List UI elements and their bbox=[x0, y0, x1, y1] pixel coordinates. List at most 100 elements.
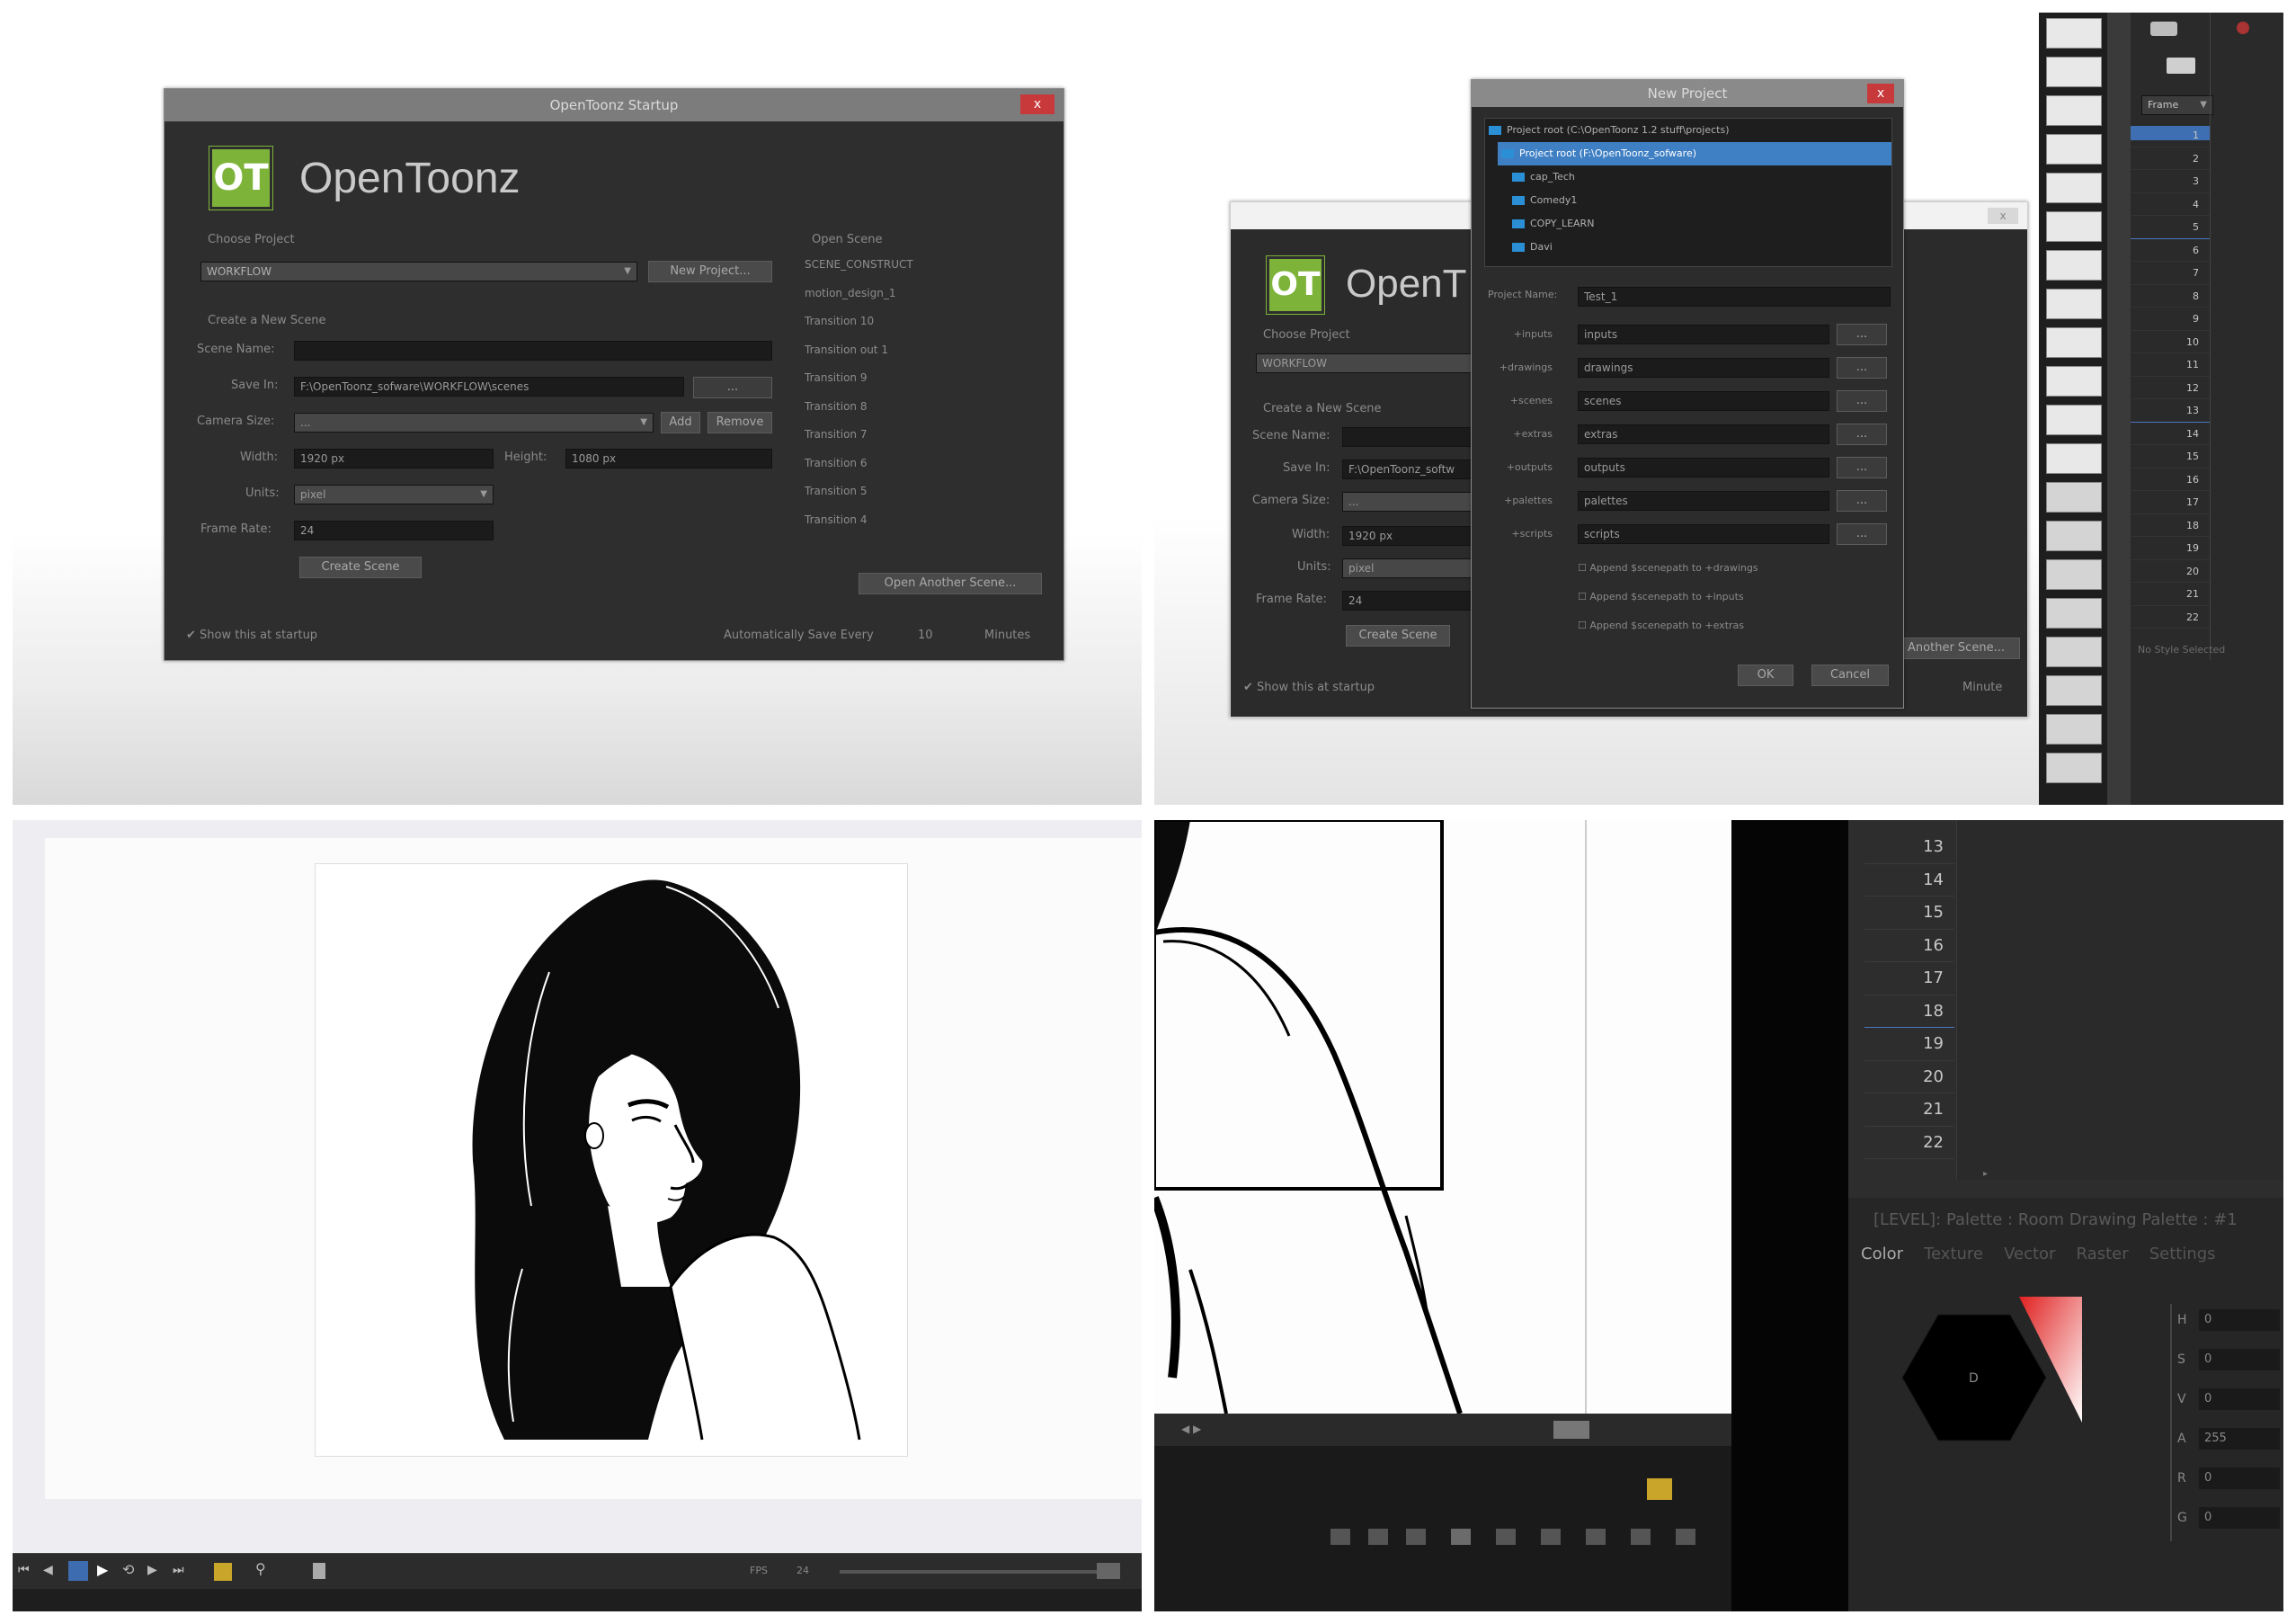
frame-number[interactable]: 13 bbox=[2131, 399, 2210, 423]
frame-number[interactable]: 3 bbox=[2131, 170, 2210, 193]
frame-number[interactable]: 1 bbox=[2131, 124, 2210, 147]
channel-value[interactable]: 0 bbox=[2199, 1388, 2280, 1410]
style-swatch[interactable] bbox=[2046, 173, 2102, 203]
add-camera-button[interactable]: Add bbox=[661, 412, 700, 433]
scene-item[interactable]: motion_design_1 bbox=[805, 280, 1035, 308]
style-swatch[interactable] bbox=[2046, 753, 2102, 783]
fps-slider-handle[interactable] bbox=[1097, 1563, 1120, 1579]
folder-input[interactable]: inputs bbox=[1578, 325, 1829, 344]
close-button[interactable]: x bbox=[1867, 84, 1894, 103]
scene-item[interactable]: Transition 7 bbox=[805, 421, 1035, 450]
stop-icon[interactable] bbox=[68, 1561, 88, 1581]
scroll-handle[interactable] bbox=[1553, 1421, 1589, 1439]
scene-item[interactable]: SCENE_CONSTRUCT bbox=[805, 251, 1035, 280]
frame-number[interactable]: 13 bbox=[1864, 831, 1954, 864]
style-swatch[interactable] bbox=[2046, 714, 2102, 745]
next-frame-icon[interactable]: ▶ bbox=[147, 1563, 157, 1577]
fps-slider[interactable] bbox=[840, 1570, 1109, 1574]
scene-item[interactable]: Transition out 1 bbox=[805, 336, 1035, 365]
remove-camera-button[interactable]: Remove bbox=[707, 412, 772, 433]
xsheet-cell-area[interactable] bbox=[1956, 820, 2283, 1180]
frame-number[interactable]: 18 bbox=[2131, 514, 2210, 537]
last-frame-icon[interactable]: ⏭ bbox=[173, 1563, 184, 1577]
close-button[interactable]: x bbox=[1020, 94, 1055, 114]
prev-frame-icon[interactable]: ◀ bbox=[43, 1563, 53, 1577]
scene-item[interactable]: Transition 9 bbox=[805, 364, 1035, 393]
frame-number[interactable]: 22 bbox=[1864, 1127, 1954, 1159]
style-swatch[interactable] bbox=[2046, 521, 2102, 551]
frame-number[interactable]: 17 bbox=[2131, 491, 2210, 514]
frame-number[interactable]: 20 bbox=[2131, 560, 2210, 583]
style-swatch[interactable] bbox=[2046, 637, 2102, 667]
style-swatch[interactable] bbox=[2046, 482, 2102, 513]
frame-number[interactable]: 11 bbox=[2131, 353, 2210, 377]
close-icon[interactable]: x bbox=[1988, 208, 2018, 224]
style-swatch[interactable] bbox=[2046, 443, 2102, 474]
tree-item-comedy1[interactable]: Comedy1 bbox=[1485, 189, 1891, 212]
width-input[interactable]: 1920 px bbox=[294, 449, 494, 468]
folder-browse-button[interactable]: ... bbox=[1837, 490, 1887, 512]
camera-icon[interactable] bbox=[2150, 22, 2177, 36]
tree-item-project-root-f[interactable]: Project root (F:\OpenToonz_sofware) bbox=[1498, 142, 1891, 165]
frame-number[interactable]: 16 bbox=[2131, 468, 2210, 491]
new-project-button[interactable]: New Project... bbox=[648, 261, 772, 282]
save-in-input[interactable]: F:\OpenToonz_softw bbox=[1342, 460, 1472, 479]
toolbar-icon[interactable] bbox=[1406, 1529, 1426, 1545]
frame-number[interactable]: 20 bbox=[1864, 1061, 1954, 1093]
channel-value[interactable]: 0 bbox=[2199, 1349, 2280, 1370]
loop-icon[interactable]: ⟲ bbox=[122, 1561, 134, 1578]
frame-number[interactable]: 12 bbox=[2131, 377, 2210, 399]
frame-number[interactable]: 21 bbox=[1864, 1093, 1954, 1127]
folder-input[interactable]: extras bbox=[1578, 424, 1829, 444]
folder-input[interactable]: outputs bbox=[1578, 458, 1829, 477]
frame-number[interactable]: 17 bbox=[1864, 962, 1954, 995]
bg-color-swatch[interactable] bbox=[214, 1563, 232, 1581]
style-swatch[interactable] bbox=[2046, 211, 2102, 242]
frame-rate-input[interactable]: 24 bbox=[1342, 591, 1472, 611]
style-swatch[interactable] bbox=[2046, 366, 2102, 397]
toolbar-icon[interactable] bbox=[1496, 1529, 1516, 1545]
frame-dropdown[interactable]: Frame ▼ bbox=[2141, 95, 2213, 115]
channel-value[interactable]: 0 bbox=[2199, 1309, 2280, 1331]
frame-number[interactable]: 14 bbox=[1864, 864, 1954, 897]
toolbar-icon[interactable] bbox=[1631, 1529, 1651, 1545]
lock-icon[interactable] bbox=[1676, 1529, 1695, 1545]
channel-value[interactable]: 0 bbox=[2199, 1507, 2280, 1529]
toolbar-icon[interactable] bbox=[1368, 1529, 1388, 1545]
tree-item-davi[interactable]: Davi bbox=[1485, 236, 1891, 259]
film-icon[interactable] bbox=[2167, 58, 2195, 74]
browse-button[interactable]: ... bbox=[693, 377, 772, 398]
tab-color[interactable]: Color bbox=[1861, 1245, 1903, 1263]
frame-number[interactable]: 5 bbox=[2131, 216, 2210, 239]
open-another-scene-button[interactable]: Another Scene... bbox=[1892, 638, 2020, 659]
cancel-button[interactable]: Cancel bbox=[1811, 665, 1889, 686]
tree-item-copy-learn[interactable]: COPY_LEARN bbox=[1485, 212, 1891, 236]
style-swatch[interactable] bbox=[2046, 327, 2102, 358]
create-scene-button[interactable]: Create Scene bbox=[1346, 625, 1450, 647]
frame-number[interactable]: 14 bbox=[2131, 423, 2210, 445]
scene-item[interactable]: Transition 6 bbox=[805, 450, 1035, 478]
open-another-scene-button[interactable]: Open Another Scene... bbox=[859, 573, 1042, 594]
tree-item-project-root-c[interactable]: Project root (C:\OpenToonz 1.2 stuff\pro… bbox=[1485, 119, 1891, 142]
save-in-input[interactable]: F:\OpenToonz_sofware\WORKFLOW\scenes bbox=[294, 377, 684, 397]
xsheet-scroll-marker[interactable]: ▸ bbox=[1983, 1169, 1988, 1179]
camera-size-select[interactable]: ... ▼ bbox=[294, 413, 654, 433]
camera-size-select[interactable]: ... bbox=[1342, 492, 1472, 512]
frame-number[interactable]: 8 bbox=[2131, 285, 2210, 308]
frame-number[interactable]: 21 bbox=[2131, 583, 2210, 606]
play-icon[interactable]: ▶ bbox=[97, 1561, 108, 1578]
folder-browse-button[interactable]: ... bbox=[1837, 357, 1887, 379]
channel-value[interactable]: 255 bbox=[2199, 1428, 2280, 1450]
style-swatch[interactable] bbox=[2046, 675, 2102, 706]
zoom-icon[interactable]: ⚲ bbox=[255, 1560, 266, 1577]
scene-item[interactable]: Transition 8 bbox=[805, 393, 1035, 422]
scroll-left-arrow[interactable]: ◀ ▶ bbox=[1181, 1423, 1201, 1435]
frame-number[interactable]: 15 bbox=[2131, 445, 2210, 468]
height-input[interactable]: 1080 px bbox=[565, 449, 772, 468]
frame-number[interactable]: 6 bbox=[2131, 239, 2210, 262]
first-frame-icon[interactable]: ⏮ bbox=[18, 1563, 30, 1577]
frame-rate-input[interactable]: 24 bbox=[294, 521, 494, 540]
frame-number[interactable]: 15 bbox=[1864, 897, 1954, 930]
folder-browse-button[interactable]: ... bbox=[1837, 457, 1887, 478]
folder-input[interactable]: scripts bbox=[1578, 524, 1829, 544]
